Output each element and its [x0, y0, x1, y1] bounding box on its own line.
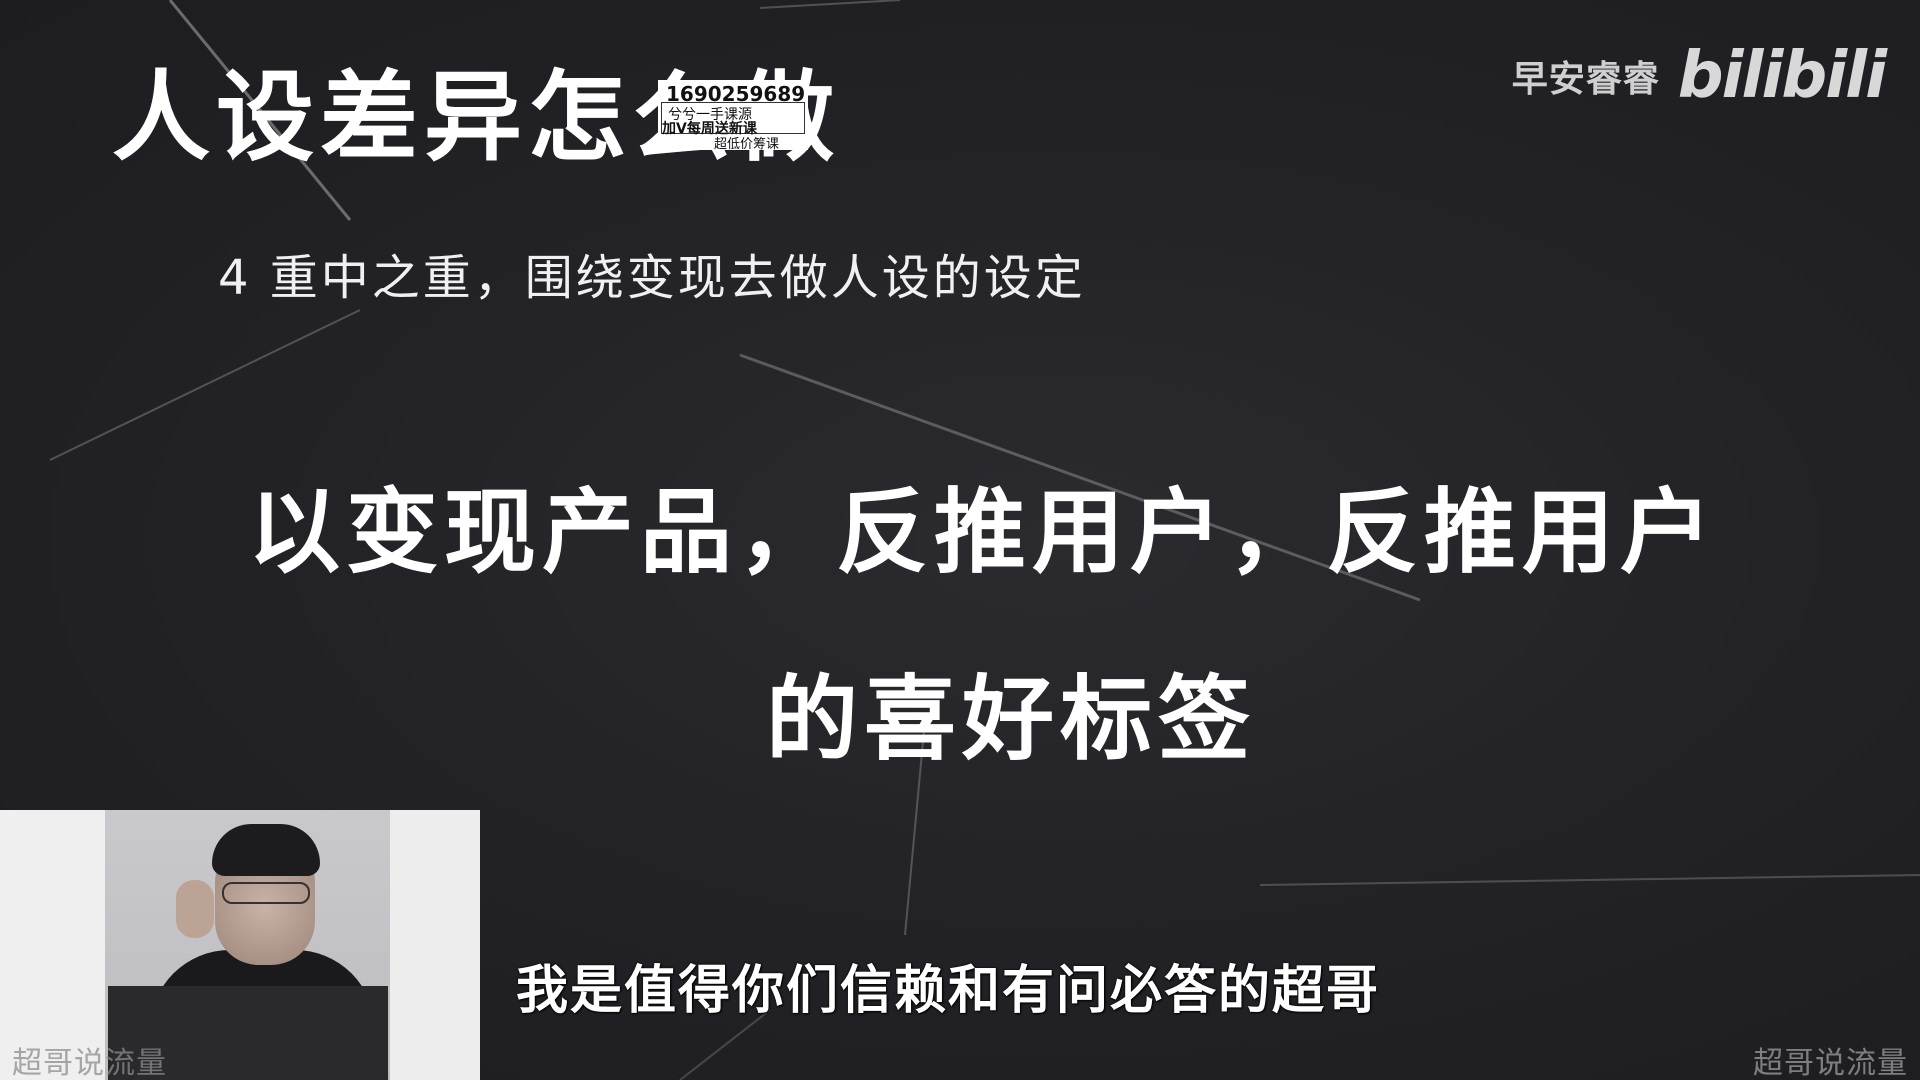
video-frame: 人设差异怎么做 1690259689 兮兮一手课源 加V每周送新课 超低价筹课 … [0, 0, 1920, 1080]
channel-name: 早安睿睿 [1511, 59, 1660, 100]
stamp-number: 1690259689 [666, 82, 806, 106]
presenter-hair [212, 824, 320, 876]
slide-subpoint: 4 重中之重，围绕变现去做人设的设定 [218, 250, 1086, 306]
presenter-hand [176, 880, 214, 938]
watermark-left: 超哥说流量 [12, 1046, 167, 1080]
subtitle-caption: 我是值得你们信赖和有问必答的超哥 [516, 961, 1381, 1021]
slide-main-line-1: 以变现产品，反推用户，反推用户 [248, 479, 1719, 586]
slide-main-line-2: 的喜好标签 [766, 666, 1257, 773]
brand-header: 早安睿睿 bilibili [1511, 39, 1887, 113]
watermark-stamp: 1690259689 兮兮一手课源 加V每周送新课 超低价筹课 [658, 80, 808, 150]
bilibili-logo: bilibili [1677, 39, 1887, 113]
stamp-line-3: 超低价筹课 [714, 137, 780, 150]
webcam-background-right [390, 810, 480, 1080]
watermark-right: 超哥说流量 [1753, 1046, 1908, 1080]
presenter-glasses [222, 882, 310, 904]
